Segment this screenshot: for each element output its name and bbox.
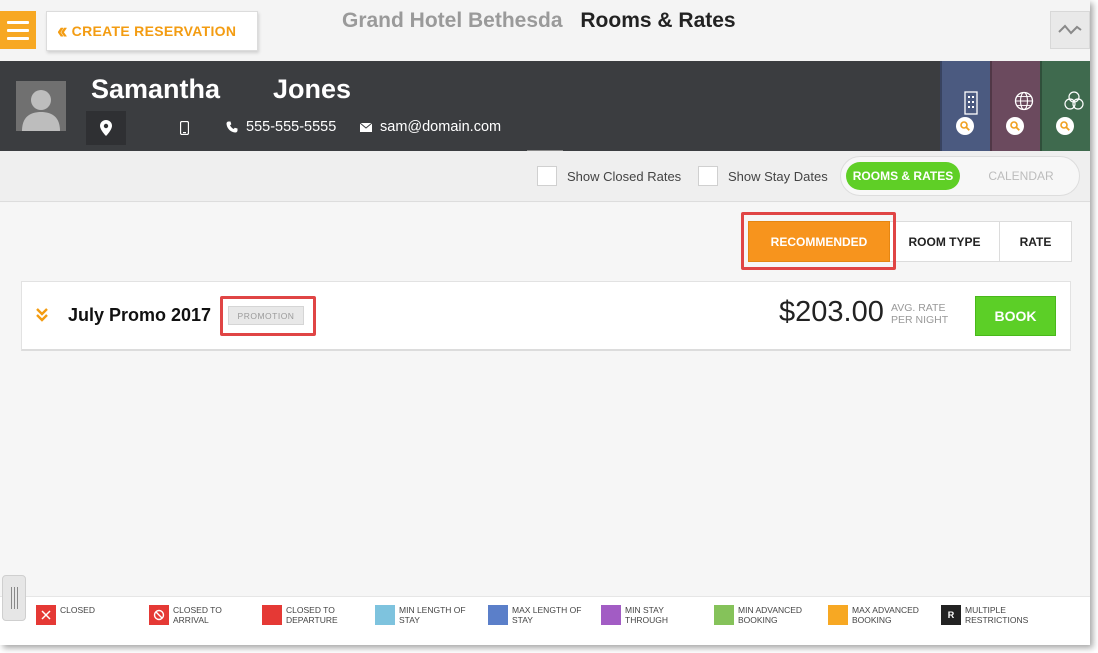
guest-last-name[interactable]: Jones — [273, 74, 351, 105]
legend-label: MIN STAY THROUGH — [625, 605, 668, 625]
app-window: ‹‹ CREATE RESERVATION Grand Hotel Bethes… — [0, 0, 1090, 645]
tab-calendar[interactable]: CALENDAR — [971, 162, 1071, 190]
magnifier-icon — [1006, 117, 1024, 135]
property-search-tile[interactable] — [940, 61, 990, 151]
location-button[interactable] — [86, 111, 126, 145]
tab-rooms-and-rates[interactable]: ROOMS & RATES — [846, 162, 960, 190]
book-button[interactable]: BOOK — [975, 296, 1056, 336]
guest-first-name[interactable]: Samantha — [91, 74, 220, 105]
legend-label: CLOSED TO ARRIVAL — [173, 605, 222, 625]
legend-label: MAX ADVANCED BOOKING — [852, 605, 919, 625]
circles-icon — [1064, 91, 1084, 110]
globe-icon — [1014, 91, 1034, 111]
legend-swatch — [601, 605, 621, 625]
top-bar: ‹‹ CREATE RESERVATION Grand Hotel Bethes… — [0, 0, 1090, 61]
legend-item: MIN STAY THROUGH — [601, 605, 703, 625]
group-search-tile[interactable] — [1040, 61, 1090, 151]
x-icon — [41, 610, 51, 620]
legend-swatch — [375, 605, 395, 625]
phone-icon — [226, 121, 238, 133]
grip-line — [10, 587, 12, 609]
create-reservation-label: CREATE RESERVATION — [71, 23, 237, 39]
region-search-tile[interactable] — [990, 61, 1040, 151]
phone-value: 555-555-5555 — [246, 119, 337, 135]
building-icon — [964, 91, 978, 115]
options-bar: Show Closed Rates Show Stay Dates ROOMS … — [0, 151, 1090, 202]
create-reservation-button[interactable]: ‹‹ CREATE RESERVATION — [46, 11, 258, 51]
activity-graph-button[interactable] — [1050, 11, 1090, 49]
legend-swatch — [714, 605, 734, 625]
section-title: Rooms & Rates — [580, 9, 736, 32]
activity-graph-icon — [1058, 24, 1082, 35]
side-tiles — [940, 61, 1090, 151]
show-stay-dates-checkbox[interactable]: Show Stay Dates — [698, 166, 828, 186]
checkbox-box[interactable] — [537, 166, 557, 186]
legend-item: CLOSED TO DEPARTURE — [262, 605, 364, 625]
letter-r-icon: R — [947, 610, 955, 620]
legend-label: MIN ADVANCED BOOKING — [738, 605, 803, 625]
legend-swatch — [149, 605, 169, 625]
phone-number[interactable]: 555-555-5555 — [226, 119, 336, 135]
avatar[interactable] — [16, 81, 66, 131]
avg-rate-label: AVG. RATE PER NIGHT — [891, 302, 949, 326]
sort-room-type-button[interactable]: ROOM TYPE — [890, 221, 1000, 262]
legend-swatch — [488, 605, 508, 625]
legend-item: MIN ADVANCED BOOKING — [714, 605, 816, 625]
legend-label: MAX LENGTH OF STAY — [512, 605, 582, 625]
legend-label: CLOSED TO DEPARTURE — [286, 605, 338, 625]
legend-swatch — [262, 605, 282, 625]
double-chevron-down-icon[interactable] — [36, 308, 48, 322]
page-title: Grand Hotel Bethesda Rooms & Rates — [342, 9, 736, 33]
menu-line — [7, 36, 29, 40]
rates-content: RECOMMENDED ROOM TYPE RATE July Promo 20… — [0, 203, 1090, 596]
magnifier-icon — [956, 117, 974, 135]
legend-item: CLOSED TO ARRIVAL — [149, 605, 251, 625]
legend-label: MULTIPLE RESTRICTIONS — [965, 605, 1029, 625]
highlight-outline — [220, 296, 316, 336]
checkbox-box[interactable] — [698, 166, 718, 186]
legend-label: MIN LENGTH OF STAY — [399, 605, 466, 625]
no-entry-icon — [153, 609, 165, 621]
map-pin-icon — [100, 120, 112, 136]
grip-line — [13, 587, 15, 609]
show-stay-dates-label: Show Stay Dates — [728, 168, 828, 184]
legend-item: MAX LENGTH OF STAY — [488, 605, 590, 625]
menu-line — [7, 28, 29, 32]
legend-swatch — [36, 605, 56, 625]
legend-item: MIN LENGTH OF STAY — [375, 605, 477, 625]
hamburger-menu-button[interactable] — [0, 11, 36, 49]
highlight-outline — [741, 212, 896, 270]
magnifier-icon — [1056, 117, 1074, 135]
double-chevron-left-icon: ‹‹ — [57, 18, 67, 43]
guest-bar: Samantha Jones 555-555-5555 sam@domain.c… — [0, 61, 1090, 151]
legend-item: CLOSED — [36, 605, 138, 625]
rate-name: July Promo 2017 — [68, 305, 212, 325]
show-closed-rates-label: Show Closed Rates — [567, 168, 682, 184]
rate-price: $203.00 — [779, 296, 884, 328]
hotel-name: Grand Hotel Bethesda — [342, 9, 563, 32]
menu-line — [7, 20, 29, 24]
legend-swatch — [828, 605, 848, 625]
user-silhouette-icon — [16, 81, 66, 131]
view-toggle: ROOMS & RATES CALENDAR — [840, 156, 1080, 196]
grip-line — [16, 587, 18, 609]
mobile-phone-icon[interactable] — [180, 121, 189, 135]
show-closed-rates-checkbox[interactable]: Show Closed Rates — [537, 166, 681, 186]
legend-item: R MULTIPLE RESTRICTIONS — [941, 605, 1043, 625]
envelope-icon — [360, 122, 372, 132]
email-value: sam@domain.com — [380, 119, 502, 135]
restrictions-legend: CLOSED CLOSED TO ARRIVAL CLOSED TO DEPARTU… — [0, 575, 1090, 645]
legend-swatch: R — [941, 605, 961, 625]
sort-rate-button[interactable]: RATE — [1000, 221, 1072, 262]
legend-grip-handle[interactable] — [2, 575, 26, 621]
legend-item: MAX ADVANCED BOOKING — [828, 605, 930, 625]
email-address[interactable]: sam@domain.com — [360, 119, 501, 135]
legend-label: CLOSED — [60, 605, 95, 615]
rate-row[interactable]: July Promo 2017 PROMOTION $203.00 AVG. R… — [21, 281, 1071, 351]
